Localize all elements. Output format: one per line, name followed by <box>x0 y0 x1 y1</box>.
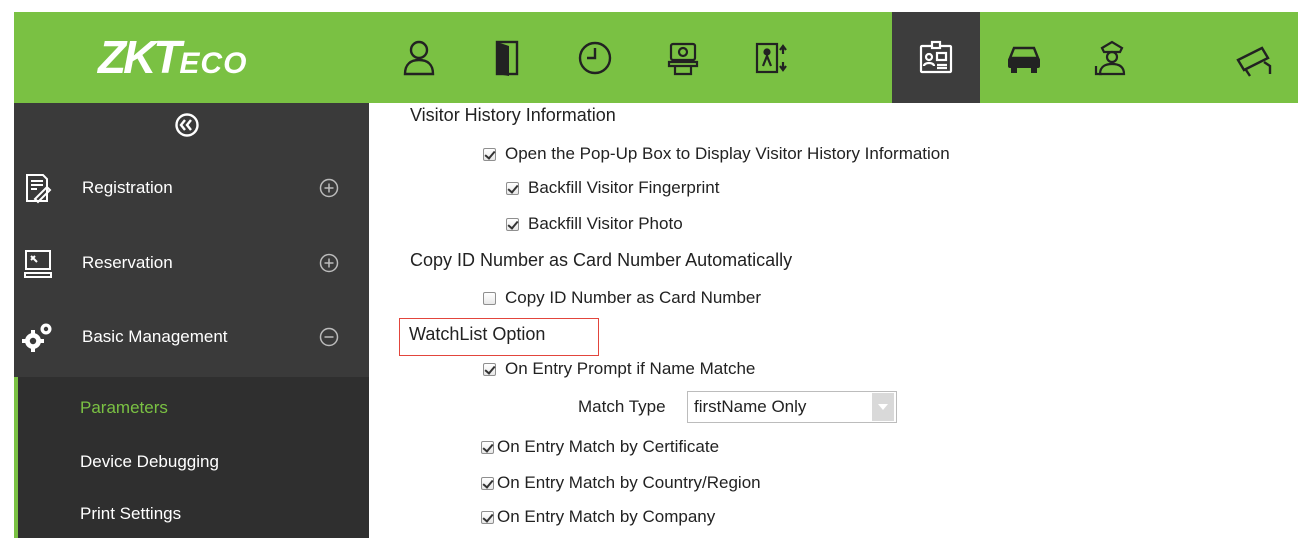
collapse-sidebar-icon[interactable] <box>173 111 201 139</box>
nav-video[interactable] <box>1210 12 1298 103</box>
nav-patrol[interactable] <box>1068 12 1156 103</box>
visitor-id-card-icon <box>919 40 953 73</box>
copy-id-option[interactable]: Copy ID Number as Card Number <box>483 288 761 308</box>
backfill-fingerprint-checkbox[interactable] <box>506 181 519 195</box>
match-type-select[interactable]: firstName Only <box>687 391 897 423</box>
basic-management-submenu: Parameters Device Debugging Print Settin… <box>14 377 369 538</box>
document-pen-icon <box>26 174 52 204</box>
name-match-option[interactable]: On Entry Prompt if Name Matche <box>483 359 755 379</box>
certificate-match-checkbox[interactable] <box>481 440 494 454</box>
sidebar-item-basic-management[interactable]: Basic Management <box>14 307 369 367</box>
nav-personnel[interactable] <box>375 12 463 103</box>
hand-coin-icon <box>667 42 699 75</box>
collapse-icon[interactable] <box>318 326 340 348</box>
country-match-option[interactable]: On Entry Match by Country/Region <box>481 473 761 493</box>
visitor-history-title: Visitor History Information <box>410 105 616 125</box>
zkteco-logo: ZKT ECO <box>98 31 248 83</box>
dropdown-arrow-icon[interactable] <box>872 393 894 421</box>
sidebar-item-parameters[interactable]: Parameters <box>80 398 168 418</box>
sidebar-item-device-debugging[interactable]: Device Debugging <box>80 452 219 472</box>
door-icon <box>495 40 519 76</box>
watchlist-title: WatchList Option <box>409 324 546 344</box>
car-icon <box>1008 46 1040 73</box>
parameters-content: Visitor History Information Open the Pop… <box>369 103 1298 538</box>
elevator-icon <box>755 42 787 73</box>
backfill-photo-option[interactable]: Backfill Visitor Photo <box>506 214 683 234</box>
certificate-match-option[interactable]: On Entry Match by Certificate <box>481 437 719 457</box>
popup-history-option[interactable]: Open the Pop-Up Box to Display Visitor H… <box>483 144 950 164</box>
nav-access-control[interactable] <box>463 12 551 103</box>
nav-attendance[interactable] <box>551 12 639 103</box>
sidebar-item-registration[interactable]: Registration <box>14 158 369 218</box>
person-icon <box>403 40 435 75</box>
monitor-icon <box>24 250 52 278</box>
company-match-option[interactable]: On Entry Match by Company <box>481 507 715 527</box>
sidebar-item-print-settings[interactable]: Print Settings <box>80 504 181 524</box>
top-navigation-bar: ZKT ECO <box>14 12 1298 103</box>
guard-icon <box>1094 40 1126 75</box>
nav-visitor[interactable] <box>892 12 980 103</box>
expand-icon[interactable] <box>318 177 340 199</box>
camera-icon <box>1236 45 1272 77</box>
copy-id-checkbox[interactable] <box>483 291 496 305</box>
company-match-checkbox[interactable] <box>481 510 494 524</box>
country-match-checkbox[interactable] <box>481 476 494 490</box>
nav-consumption[interactable] <box>639 12 727 103</box>
sidebar: Registration Reservation Basic Managemen… <box>14 103 369 538</box>
clock-icon <box>578 41 612 74</box>
nav-elevator[interactable] <box>727 12 815 103</box>
active-accent-bar <box>14 377 18 538</box>
name-match-checkbox[interactable] <box>483 362 496 376</box>
copy-id-title: Copy ID Number as Card Number Automatica… <box>410 250 793 270</box>
match-type-label: Match Type <box>578 397 666 416</box>
nav-parking[interactable] <box>980 12 1068 103</box>
expand-icon[interactable] <box>318 252 340 274</box>
backfill-photo-checkbox[interactable] <box>506 217 519 231</box>
gears-icon <box>22 323 52 352</box>
backfill-fingerprint-option[interactable]: Backfill Visitor Fingerprint <box>506 178 719 198</box>
sidebar-item-reservation[interactable]: Reservation <box>14 233 369 293</box>
popup-history-checkbox[interactable] <box>483 147 496 161</box>
